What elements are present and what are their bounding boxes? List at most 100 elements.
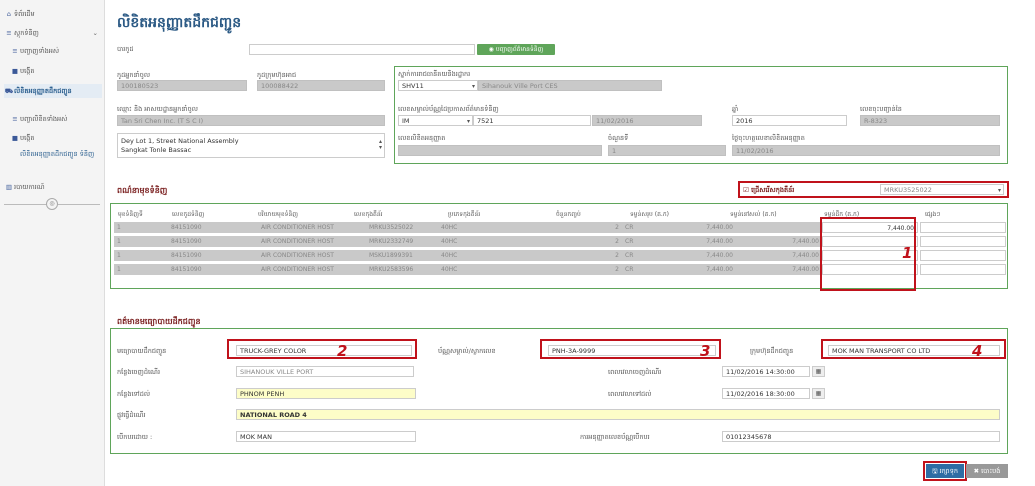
sidebar-item-permit-create[interactable]: ■ បង្កើត bbox=[10, 131, 102, 145]
cell-gross: 7,440.00 bbox=[662, 222, 736, 233]
cell-remaining: 7,440.00 bbox=[736, 264, 822, 275]
col-header-hs: លេខកូដទំនិញ bbox=[172, 211, 205, 218]
permit-no-label: លេខលិខិតអនុញ្ញាត bbox=[398, 134, 446, 142]
owner-code-field[interactable]: 100088422 bbox=[257, 80, 385, 91]
to-input[interactable]: PHNOM PENH bbox=[236, 388, 416, 399]
cell-gross: 7,440.00 bbox=[662, 264, 736, 275]
cell-pkgs: 2 bbox=[586, 236, 622, 247]
other-input[interactable] bbox=[920, 222, 1006, 233]
sidebar-item-permit-list[interactable]: ≡ បញ្ជាលិខិតទាំងអស់ bbox=[10, 112, 102, 126]
arrive-input[interactable]: 11/02/2016 18:30:00 bbox=[722, 388, 810, 399]
sidebar-item-label: លិខិតអនុញ្ញាតដឹកជញ្ជូន ទំនិញ bbox=[20, 150, 95, 158]
license-input[interactable]: 01012345678 bbox=[722, 431, 1000, 442]
sidebar: ⌂ ទំព័រដើម ≡ ស្តុកទំនិញ ⌄ ≡ បញ្ជាញទាំងអស់ ■ ប… bbox=[0, 0, 105, 486]
barcode-input[interactable] bbox=[249, 44, 475, 55]
cell-unit: CR bbox=[622, 222, 662, 233]
seq-field[interactable]: 1 bbox=[608, 145, 726, 156]
select-container-checkbox[interactable]: ☑ ជ្រើសរើសកុងតឺន័រ bbox=[743, 186, 794, 196]
cell-desc: AIR CONDITIONER HOST bbox=[258, 264, 366, 275]
chevron-down-icon: ▾ bbox=[466, 118, 470, 125]
save-button[interactable]: 🖫 រក្សាទុក bbox=[926, 464, 964, 478]
office-name-field[interactable]: Sihanouk Ville Port CES bbox=[478, 80, 662, 91]
office-label: ស្នាក់ការរាជធានីគយនិងរដ្ឋាករ bbox=[398, 70, 471, 78]
chevron-down-icon: ⌄ bbox=[92, 29, 98, 37]
route-input[interactable]: NATIONAL ROAD 4 bbox=[236, 409, 1000, 420]
importer-name-label: ឈ្មោះ និង អាសយដ្ឋានអ្នកនាំចូល bbox=[117, 105, 198, 113]
cell-no: 1 bbox=[114, 236, 168, 247]
cell-hs: 84151090 bbox=[168, 222, 258, 233]
year-field[interactable]: 2016 bbox=[732, 115, 847, 126]
create-icon: ■ bbox=[11, 134, 19, 142]
col-header-desc: បរិយាយមុខទំនិញ bbox=[258, 211, 298, 218]
cell-unit: CR bbox=[622, 250, 662, 261]
annotation-4: 4 bbox=[972, 342, 983, 360]
cell-remaining: 7,440.00 bbox=[736, 250, 822, 261]
sidebar-item-label: ស្តុកទំនិញ bbox=[14, 29, 39, 37]
vehicle-label: មធ្យោបាយដឹកជញ្ជូន bbox=[117, 347, 167, 355]
other-input[interactable] bbox=[920, 236, 1006, 247]
sidebar-item-stock[interactable]: ≡ ស្តុកទំនិញ ⌄ bbox=[4, 26, 102, 40]
office-code-select[interactable]: SHV11 ▾ bbox=[398, 80, 478, 91]
cell-unit: CR bbox=[622, 264, 662, 275]
importer-code-field[interactable]: 100180523 bbox=[117, 80, 247, 91]
driver-label: បើកបរដោយ : bbox=[117, 433, 153, 441]
driver-input[interactable]: MOK MAN bbox=[236, 431, 416, 442]
cell-container: MRKU3525022 bbox=[366, 222, 438, 233]
cell-desc: AIR CONDITIONER HOST bbox=[258, 222, 366, 233]
chevron-down-icon: ▾ bbox=[471, 83, 475, 90]
cell-pkgs: 2 bbox=[586, 222, 622, 233]
container-select[interactable]: MRKU3525022 ▾ bbox=[880, 184, 1004, 195]
from-input[interactable]: SIHANOUK VILLE PORT bbox=[236, 366, 414, 377]
checkbox-icon: ☑ bbox=[743, 186, 749, 194]
cell-type: 40HC bbox=[438, 236, 586, 247]
sidebar-item-label: ទំព័រដើម bbox=[14, 10, 35, 18]
sidebar-item-home[interactable]: ⌂ ទំព័រដើម bbox=[4, 7, 102, 21]
cell-remaining bbox=[736, 222, 822, 233]
arrive-label: ពេលវេលាទៅដល់ bbox=[608, 390, 652, 398]
importer-name-field[interactable]: Tan Sri Chen Inc. (T S C I) bbox=[117, 115, 385, 126]
truck-icon: ⛟ bbox=[4, 87, 14, 95]
cell-hs: 84151090 bbox=[168, 264, 258, 275]
show-goods-button[interactable]: ◉ បញ្ជាញព័ត៌មានទំនិញ bbox=[477, 44, 555, 55]
sidebar-item-label: បង្កើត bbox=[20, 134, 35, 142]
plate-label: ប័ណ្ណសម្គាល់/ស្លាកលេខ bbox=[438, 347, 496, 355]
calendar-icon[interactable]: ▦ bbox=[812, 366, 825, 377]
bar-chart-icon: ▥ bbox=[5, 183, 13, 191]
goods-section-title: ពណ៌នាមុខទំនិញ bbox=[117, 186, 168, 195]
sidebar-item-label: បញ្ជាញទាំងអស់ bbox=[20, 47, 60, 55]
scroll-arrows-icon[interactable]: ▴ ▾ bbox=[379, 139, 382, 151]
other-input[interactable] bbox=[920, 250, 1006, 261]
declaration-no-field[interactable]: 7521 bbox=[473, 115, 591, 126]
col-header-no: មុខទំនិញទី bbox=[118, 211, 143, 218]
sidebar-item-stock-create[interactable]: ■ បង្កើត bbox=[10, 64, 102, 78]
importer-address-field[interactable]: Dey Lot 1, Street National Assembly Sang… bbox=[117, 133, 385, 158]
cancel-button[interactable]: ✖ បោះបង់ bbox=[966, 464, 1008, 478]
sidebar-item-permit-goods[interactable]: លិខិតអនុញ្ញាតដឹកជញ្ជូន ទំនិញ bbox=[10, 150, 102, 172]
calendar-icon[interactable]: ▦ bbox=[812, 388, 825, 399]
sidebar-item-stock-list[interactable]: ≡ បញ្ជាញទាំងអស់ bbox=[10, 44, 102, 58]
collapse-icon[interactable]: ◎ bbox=[46, 198, 58, 210]
sidebar-item-label: បង្កើត bbox=[20, 67, 35, 75]
from-label: កន្លែងចេញដំណើរ bbox=[117, 368, 161, 376]
sidebar-item-report[interactable]: ▥ របាយការណ៍ bbox=[4, 180, 102, 194]
other-input[interactable] bbox=[920, 264, 1006, 275]
cell-gross: 7,440.00 bbox=[662, 250, 736, 261]
permit-date-label: ថ្ងៃចុះហត្ថលេខាលិខិតអនុញ្ញាត bbox=[732, 134, 805, 142]
permit-no-field[interactable] bbox=[398, 145, 602, 156]
depart-input[interactable]: 11/02/2016 14:30:00 bbox=[722, 366, 810, 377]
annotation-1: 1 bbox=[902, 244, 913, 262]
permit-date-field[interactable]: 11/02/2016 bbox=[732, 145, 1000, 156]
cell-no: 1 bbox=[114, 222, 168, 233]
col-header-remaining: ទម្ងន់នៅសល់ (គ.ក) bbox=[730, 211, 777, 218]
sidebar-item-transport-permit[interactable]: ⛟លិខិតអនុញ្ញាតដឹកជញ្ជូន bbox=[4, 84, 102, 98]
year-label: ឆ្នាំ bbox=[732, 105, 739, 113]
declaration-type-select[interactable]: IM ▾ bbox=[398, 115, 473, 126]
declaration-date-field[interactable]: 11/02/2016 bbox=[592, 115, 702, 126]
to-label: កន្លែងទៅដល់ bbox=[117, 390, 151, 398]
reg-field[interactable]: R-8323 bbox=[860, 115, 1000, 126]
cell-container: MRKU2332749 bbox=[366, 236, 438, 247]
cell-type: 40HC bbox=[438, 250, 586, 261]
chevron-down-icon: ▾ bbox=[997, 187, 1001, 194]
depart-label: ពេលវេលាចេញដំណើរ bbox=[608, 368, 662, 376]
col-header-type: ប្រភេទកុងតឺន័រ bbox=[448, 211, 481, 218]
